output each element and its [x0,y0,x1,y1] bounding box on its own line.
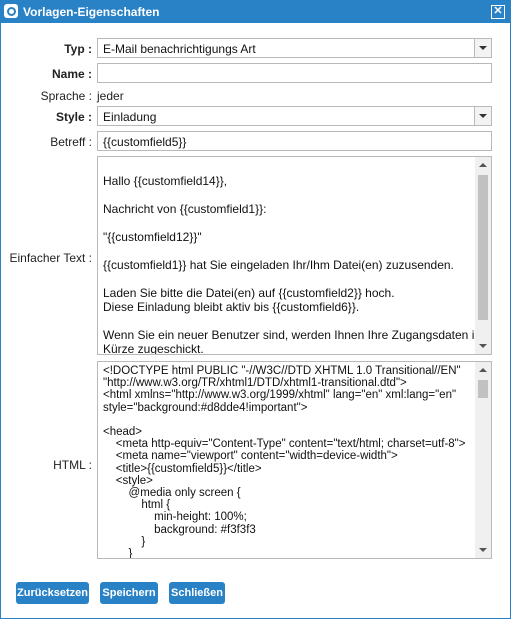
html-line: <meta http-equiv="Content-Type" content=… [103,438,466,451]
save-button[interactable]: Speichern [100,582,158,604]
dialog-title: Vorlagen-Eigenschaften [23,5,160,19]
text-line [103,272,473,286]
einfacher-text-label: Einfacher Text : [9,251,93,265]
typ-value: E-Mail benachrichtigungs Art [103,42,256,56]
scrollbar[interactable] [475,157,491,354]
sprache-value: jeder [97,89,124,103]
style-value: Einladung [103,110,157,124]
close-button[interactable]: Schließen [169,582,225,604]
betreff-label: Betreff : [50,135,92,149]
html-line: <style> [103,474,153,487]
html-textarea[interactable]: <!DOCTYPE html PUBLIC "-//W3C//DTD XHTML… [97,361,492,559]
text-line [103,216,473,230]
scroll-up-icon[interactable] [479,163,487,167]
scrollbar-thumb[interactable] [478,380,488,398]
text-line [103,244,473,258]
html-line: "http://www.w3.org/TR/xhtml1/DTD/xhtml1-… [103,377,407,390]
text-line: Kürze zugeschickt. [103,342,204,355]
html-line: <meta name="viewport" content="width=dev… [103,450,398,463]
chevron-down-icon[interactable] [474,39,491,57]
html-line: @media only screen { [103,487,241,500]
scroll-down-icon[interactable] [479,548,487,552]
scrollbar-thumb[interactable] [478,175,488,320]
text-line: Hallo {{customfield14}}, [103,174,228,188]
scrollbar[interactable] [475,362,491,558]
html-line: <head> [103,426,143,439]
html-line: <!DOCTYPE html PUBLIC "-//W3C//DTD XHTML… [103,365,461,377]
scroll-down-icon[interactable] [479,344,487,348]
html-line: } [103,535,146,548]
betreff-input[interactable]: {{customfield5}} [97,131,492,151]
html-line: min-height: 100%; [103,511,247,524]
chevron-down-icon[interactable] [474,107,491,125]
html-line: html { [103,499,171,512]
sprache-label: Sprache : [40,89,92,103]
name-label: Name : [51,67,92,81]
text-line: {{customfield1}} hat Sie eingeladen Ihr/… [103,258,454,272]
html-content: <!DOCTYPE html PUBLIC "-//W3C//DTD XHTML… [103,365,473,559]
close-icon[interactable]: ✕ [491,5,505,19]
style-label: Style : [55,110,92,124]
title-bar[interactable]: Vorlagen-Eigenschaften ✕ [1,1,510,23]
html-line: <html xmlns="http://www.w3.org/1999/xhtm… [103,389,457,402]
einfacher-text-textarea[interactable]: Hallo {{customfield14}}, Nachricht von {… [97,156,492,355]
scroll-up-icon[interactable] [479,368,487,372]
text-line: "{{customfield12}}" [103,230,202,244]
text-line [103,314,473,328]
typ-label: Typ : [64,42,92,56]
einfacher-text-content: Hallo {{customfield14}}, Nachricht von {… [103,160,482,355]
reset-button[interactable]: Zurücksetzen [16,582,89,604]
html-line: style="background:#d8dde4!important"> [103,401,308,414]
text-line [103,160,473,174]
html-label: HTML : [53,458,92,472]
html-line [103,414,473,426]
html-line: background: #f3f3f3 [103,523,256,536]
typ-select[interactable]: E-Mail benachrichtigungs Art [97,38,492,58]
text-line [103,188,473,202]
name-input[interactable] [97,63,492,83]
style-select[interactable]: Einladung [97,106,492,126]
text-line: Wenn Sie ein neuer Benutzer sind, werden… [103,328,482,342]
html-line: <title>{{customfield5}}</title> [103,462,262,475]
html-line: } [103,548,133,559]
app-logo-icon [4,4,18,18]
text-line: Nachricht von {{customfield1}}: [103,202,267,216]
text-line: Diese Einladung bleibt aktiv bis {{custo… [103,300,360,314]
dialog-window: Vorlagen-Eigenschaften ✕ Typ : E-Mail be… [0,0,511,619]
text-line: Laden Sie bitte die Datei(en) auf {{cust… [103,286,395,300]
